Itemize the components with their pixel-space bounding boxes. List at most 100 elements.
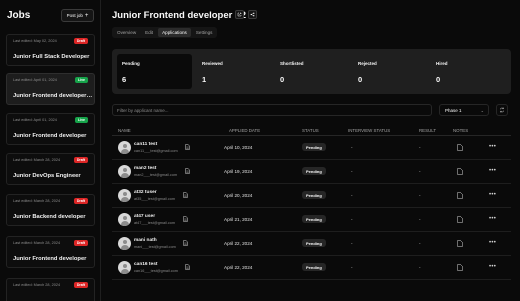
interview-status: - bbox=[351, 265, 353, 270]
job-status-badge: Draft bbox=[73, 38, 88, 44]
more-actions-icon[interactable]: ••• bbox=[489, 168, 496, 174]
job-edited: Last edited: March 28, 2024 bbox=[13, 241, 61, 245]
interview-status: - bbox=[351, 193, 353, 198]
job-card[interactable]: Last edited: March 28, 2024 Draft Junior… bbox=[6, 194, 95, 226]
stat-reviewed[interactable]: Reviewed 1 bbox=[197, 54, 272, 89]
table-row[interactable]: at32 tuser at35___test@gmail.com April 2… bbox=[112, 184, 511, 208]
applicant-email: at47___test@gmail.com bbox=[134, 221, 176, 225]
more-actions-icon[interactable]: ••• bbox=[489, 216, 496, 222]
notes-icon[interactable] bbox=[457, 168, 463, 175]
resume-icon[interactable] bbox=[185, 264, 190, 270]
share-button[interactable] bbox=[248, 10, 257, 19]
stat-hired[interactable]: Hired 0 bbox=[431, 54, 506, 89]
job-card[interactable]: Last edited: March 28, 2024 Draft Junior… bbox=[6, 153, 95, 185]
job-edited: Last edited: April 01, 2024 bbox=[13, 78, 57, 82]
job-name: Junior Frontend developer - 2 bbox=[13, 93, 93, 99]
resume-icon[interactable] bbox=[183, 240, 188, 246]
interview-status: - bbox=[351, 169, 353, 174]
resume-icon[interactable] bbox=[183, 192, 188, 198]
job-status-badge: Draft bbox=[73, 157, 88, 163]
job-card[interactable]: Last edited: March 28, 2024 Draft bbox=[6, 278, 95, 301]
stat-label: Rejected bbox=[358, 61, 377, 66]
applied-date: April 22, 2024 bbox=[224, 241, 253, 246]
tab-applications[interactable]: Applications bbox=[158, 28, 191, 37]
more-actions-icon[interactable]: ••• bbox=[489, 192, 496, 198]
result: - bbox=[419, 169, 421, 174]
interview-status: - bbox=[351, 145, 353, 150]
job-name: Junior Frontend developer bbox=[13, 133, 87, 139]
table-row[interactable]: man2 test man2___test@gmail.com April 19… bbox=[112, 160, 511, 184]
job-name: Junior DevOps Engineer bbox=[13, 173, 81, 179]
table-row[interactable]: mani nath mani___test@gmail.com April 22… bbox=[112, 232, 511, 256]
job-card[interactable]: Last edited: April 01, 2024 Live Junior … bbox=[6, 113, 95, 145]
resume-icon[interactable] bbox=[185, 144, 190, 150]
notes-icon[interactable] bbox=[457, 144, 463, 151]
status-badge: Pending bbox=[302, 167, 326, 175]
result: - bbox=[419, 217, 421, 222]
col-name[interactable]: NAME bbox=[118, 128, 131, 133]
stat-rejected[interactable]: Rejected 0 bbox=[353, 54, 428, 89]
applicant-email: man2___test@gmail.com bbox=[134, 173, 178, 177]
stats-panel: Pending 6 Reviewed 1 Shortlisted 0 Rejec… bbox=[112, 49, 511, 94]
applicant-name: mani nath bbox=[134, 238, 157, 243]
job-card-active[interactable]: Last edited: April 01, 2024 Live Junior … bbox=[6, 73, 95, 105]
stat-label: Shortlisted bbox=[280, 61, 304, 66]
result: - bbox=[419, 145, 421, 150]
resume-icon[interactable] bbox=[185, 168, 190, 174]
stat-label: Pending bbox=[122, 61, 140, 66]
job-card[interactable]: Last edited: March 28, 2024 Draft Junior… bbox=[6, 236, 95, 268]
table-row[interactable]: can16 test can16___test@gmail.com April … bbox=[112, 256, 511, 280]
external-link-button[interactable] bbox=[235, 10, 244, 19]
avatar bbox=[118, 165, 131, 178]
applicant-email: mani___test@gmail.com bbox=[134, 245, 176, 249]
share-icon bbox=[250, 12, 255, 17]
notes-icon[interactable] bbox=[457, 240, 463, 247]
avatar bbox=[118, 237, 131, 250]
job-status-badge: Draft bbox=[73, 282, 88, 288]
more-actions-icon[interactable]: ••• bbox=[489, 144, 496, 150]
applications-table: NAME APPLIED DATE STATUS INTERVIEW STATU… bbox=[112, 124, 511, 280]
status-badge: Pending bbox=[302, 143, 326, 151]
table-row[interactable]: at47 user at47___test@gmail.com April 21… bbox=[112, 208, 511, 232]
job-edited: Last edited: March 28, 2024 bbox=[13, 158, 61, 162]
notes-icon[interactable] bbox=[457, 192, 463, 199]
applicant-email: can16___test@gmail.com bbox=[134, 269, 178, 273]
more-actions-icon[interactable]: ••• bbox=[489, 264, 496, 270]
sidebar-title: Jobs bbox=[7, 10, 31, 21]
page-title: Junior Frontend developer - 2 bbox=[112, 10, 247, 21]
job-name: Junior Full Stack Developer bbox=[13, 54, 90, 60]
job-name: Junior Backend developer bbox=[13, 214, 86, 220]
jobs-sidebar: Jobs Post job + Last edited: May 02, 202… bbox=[0, 0, 101, 301]
result: - bbox=[419, 241, 421, 246]
applied-date: April 21, 2024 bbox=[224, 217, 253, 222]
applicant-filter-input[interactable]: Filter by applicant name... bbox=[112, 104, 432, 116]
chevron-down-icon: ⌄ bbox=[480, 108, 484, 113]
col-interview-status: INTERVIEW STATUS bbox=[348, 128, 391, 133]
job-card[interactable]: Last edited: May 02, 2024 Draft Junior F… bbox=[6, 34, 95, 66]
applied-date: April 22, 2024 bbox=[224, 265, 253, 270]
col-applied-date[interactable]: APPLIED DATE bbox=[229, 128, 260, 133]
notes-icon[interactable] bbox=[457, 264, 463, 271]
avatar bbox=[118, 141, 131, 154]
phase-select[interactable]: Phase 1 ⌄ bbox=[439, 104, 489, 116]
applied-date: April 20, 2024 bbox=[224, 193, 253, 198]
more-actions-icon[interactable]: ••• bbox=[489, 240, 496, 246]
tab-settings[interactable]: Settings bbox=[192, 28, 217, 37]
stat-shortlisted[interactable]: Shortlisted 0 bbox=[275, 54, 350, 89]
applied-date: April 19, 2024 bbox=[224, 169, 253, 174]
stat-value: 0 bbox=[436, 75, 441, 84]
table-row[interactable]: can11 test can11___test@gmail.com April … bbox=[112, 136, 511, 160]
applicant-name: can11 test bbox=[134, 142, 158, 147]
refresh-icon bbox=[499, 107, 505, 113]
applicant-name: at32 tuser bbox=[134, 190, 157, 195]
notes-icon[interactable] bbox=[457, 216, 463, 223]
tab-overview[interactable]: Overview bbox=[113, 28, 140, 37]
stat-pending[interactable]: Pending 6 bbox=[117, 54, 192, 89]
main-panel: Junior Frontend developer - 2 Overview E… bbox=[101, 0, 520, 301]
resume-icon[interactable] bbox=[183, 216, 188, 222]
tab-edit[interactable]: Edit bbox=[141, 28, 157, 37]
post-job-button[interactable]: Post job + bbox=[61, 9, 94, 22]
refresh-button[interactable] bbox=[496, 104, 508, 116]
applied-date: April 10, 2024 bbox=[224, 145, 253, 150]
applicant-name: at47 user bbox=[134, 214, 156, 219]
